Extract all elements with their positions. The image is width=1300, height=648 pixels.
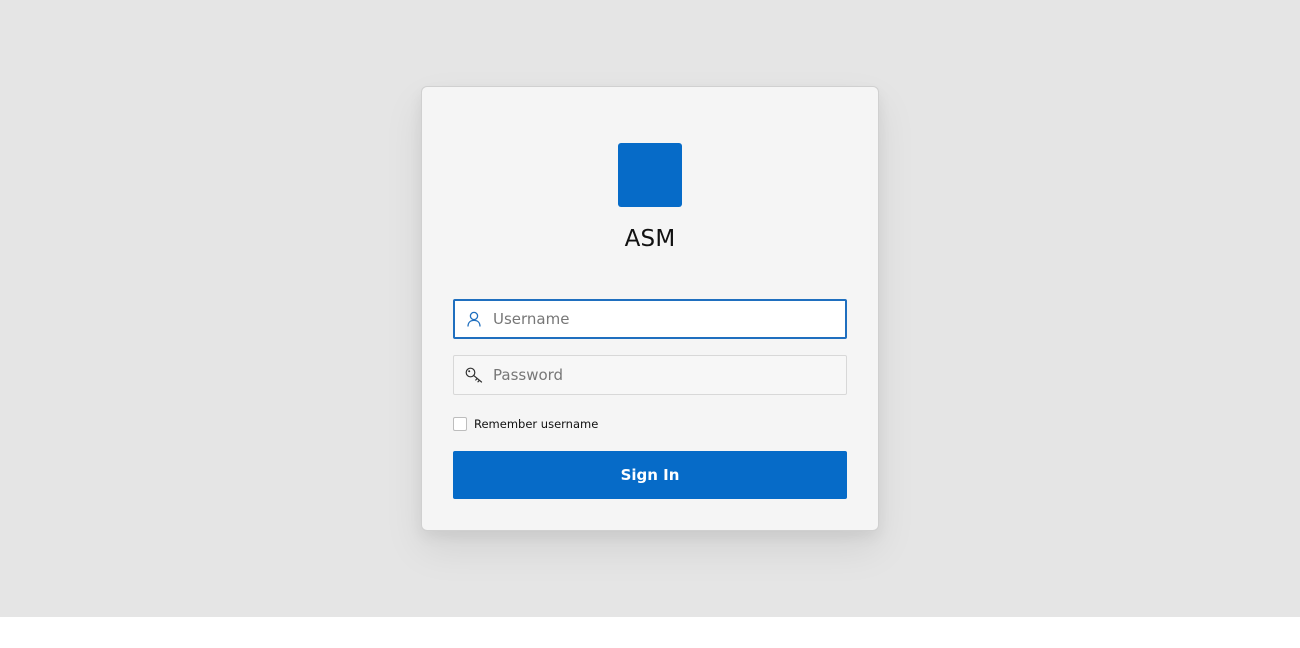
remember-username-checkbox[interactable]	[453, 416, 467, 431]
app-title: ASM	[624, 226, 676, 252]
sign-in-button[interactable]: Sign In	[453, 451, 847, 499]
username-field[interactable]	[453, 299, 847, 339]
remember-username-label[interactable]: Remember username	[474, 417, 598, 431]
password-input[interactable]	[493, 356, 833, 394]
remember-username-row[interactable]: Remember username	[453, 415, 598, 432]
username-input[interactable]	[493, 301, 833, 337]
login-card: ASM Remember username	[421, 86, 879, 531]
key-icon	[465, 366, 483, 384]
user-icon	[465, 310, 483, 328]
app-logo	[618, 143, 682, 207]
password-field[interactable]	[453, 355, 847, 395]
page-backdrop: ASM Remember username	[0, 0, 1300, 617]
